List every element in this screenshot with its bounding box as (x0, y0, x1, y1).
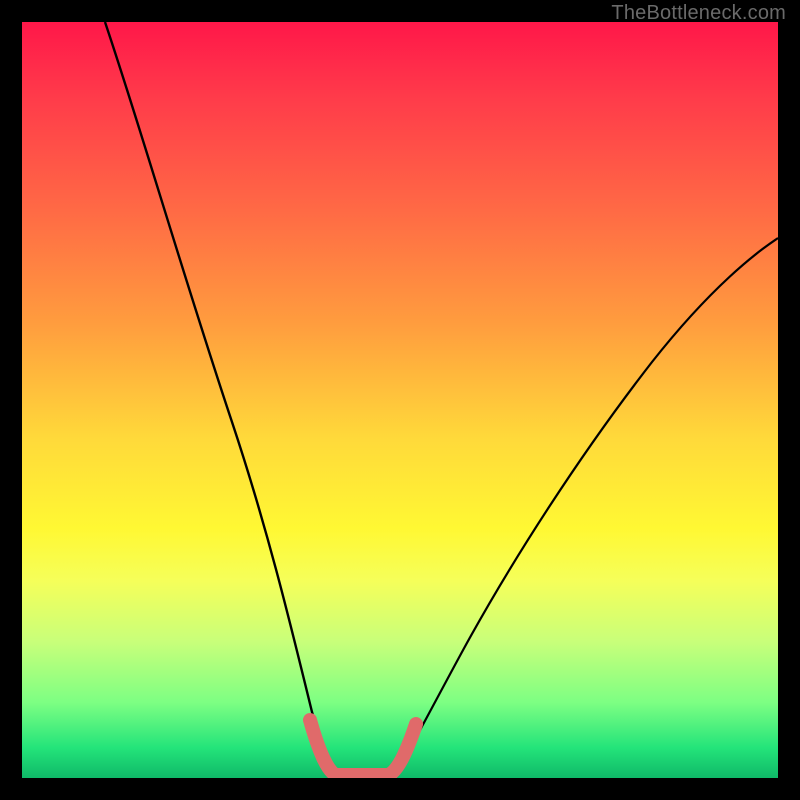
chart-frame: TheBottleneck.com (0, 0, 800, 800)
right-curve (392, 238, 778, 778)
left-curve (105, 22, 335, 778)
pink-overlay (310, 720, 416, 775)
curve-layer (22, 22, 778, 778)
plot-area (22, 22, 778, 778)
